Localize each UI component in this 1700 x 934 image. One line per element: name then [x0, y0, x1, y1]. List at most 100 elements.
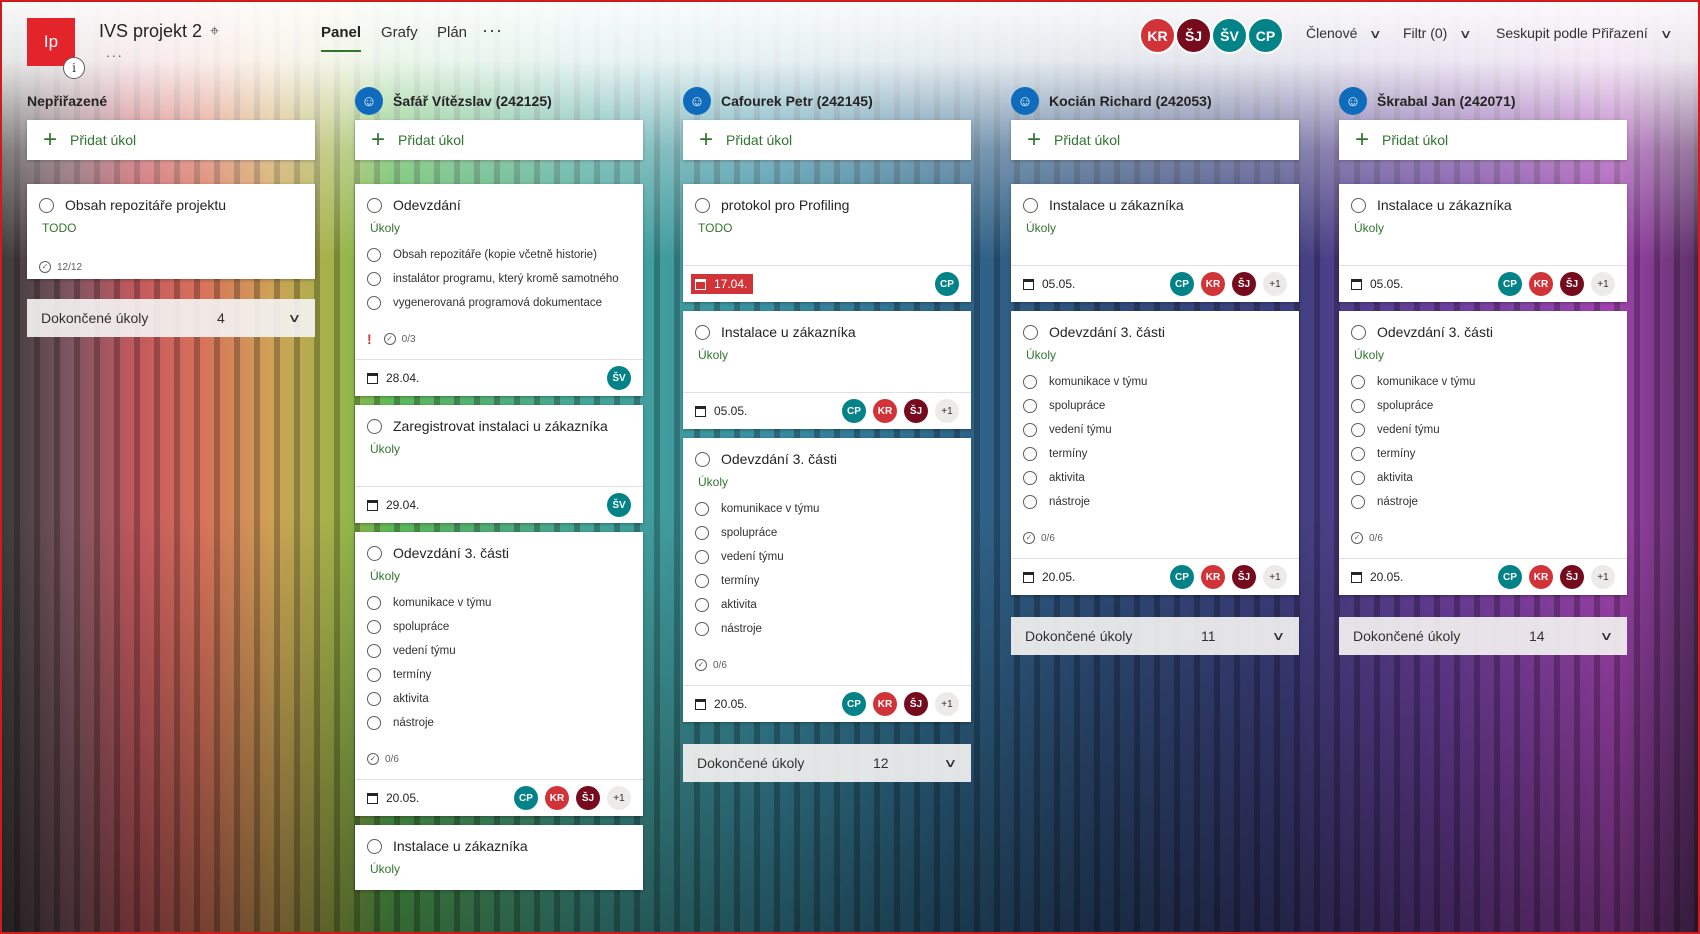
complete-task-checkbox[interactable]: [1023, 197, 1038, 213]
assignee-avatar[interactable]: KR: [1529, 272, 1553, 296]
bucket-title[interactable]: Škrabal Jan (242071): [1377, 93, 1516, 109]
task-card[interactable]: Obsah repozitáře projektu TODO ✓ 12/12: [27, 184, 315, 279]
checklist-item-checkbox[interactable]: [695, 598, 709, 612]
more-tabs-icon[interactable]: ···: [482, 20, 503, 41]
assignee-avatar[interactable]: ŠJ: [1560, 565, 1584, 589]
assignee-avatar[interactable]: ŠJ: [904, 692, 928, 716]
assignee-avatar[interactable]: KR: [1529, 565, 1553, 589]
checklist-item-checkbox[interactable]: [695, 502, 709, 516]
task-card[interactable]: Instalace u zákazníka Úkoly 05.05. CP KR ŠJ +1: [683, 311, 971, 429]
task-card[interactable]: Odevzdání 3. části Úkoly komunikace v týmu…: [1011, 311, 1299, 595]
checklist-item-checkbox[interactable]: [695, 550, 709, 564]
assignee-avatar[interactable]: KR: [873, 399, 897, 423]
complete-task-checkbox[interactable]: [1023, 324, 1038, 340]
checklist-item-checkbox[interactable]: [1023, 375, 1037, 389]
filter-button[interactable]: Filtr (0) ∨: [1403, 25, 1472, 41]
due-date[interactable]: 17.04.: [691, 274, 754, 294]
complete-task-checkbox[interactable]: [367, 197, 382, 213]
assignee-avatar[interactable]: ŠV: [607, 493, 631, 517]
complete-task-checkbox[interactable]: [1351, 197, 1366, 213]
checklist-item-checkbox[interactable]: [1023, 447, 1037, 461]
more-assignees-badge[interactable]: +1: [1591, 565, 1615, 589]
assignee-avatar[interactable]: ŠJ: [1560, 272, 1584, 296]
assignee-avatar[interactable]: KR: [1201, 272, 1225, 296]
checklist-item-checkbox[interactable]: [367, 668, 381, 682]
assignee-avatar[interactable]: CP: [935, 272, 959, 296]
complete-task-checkbox[interactable]: [367, 418, 382, 434]
assignee-avatar[interactable]: CP: [1498, 272, 1522, 296]
members-button[interactable]: Členové ∨: [1306, 25, 1382, 41]
assignee-avatar[interactable]: KR: [545, 786, 569, 810]
tab-plan[interactable]: Plán: [437, 24, 467, 52]
bucket-title[interactable]: Cafourek Petr (242145): [721, 93, 873, 109]
task-card[interactable]: Instalace u zákazníka Úkoly: [355, 825, 643, 890]
add-task-button[interactable]: + Přidat úkol: [1011, 120, 1299, 160]
checklist-item-checkbox[interactable]: [367, 620, 381, 634]
assignee-avatar[interactable]: ŠJ: [576, 786, 600, 810]
due-date[interactable]: 05.05.: [1351, 277, 1403, 291]
assignee-avatar[interactable]: ŠJ: [904, 399, 928, 423]
complete-task-checkbox[interactable]: [695, 197, 710, 213]
bucket-title[interactable]: Šafář Vítězslav (242125): [393, 93, 552, 109]
checklist-item-checkbox[interactable]: [1023, 399, 1037, 413]
due-date[interactable]: 05.05.: [695, 404, 747, 418]
assignee-avatar[interactable]: KR: [1201, 565, 1225, 589]
task-card[interactable]: Odevzdání 3. části Úkoly komunikace v týmu…: [1339, 311, 1627, 595]
task-card[interactable]: Odevzdání 3. části Úkoly komunikace v týmu…: [355, 532, 643, 816]
task-title[interactable]: Instalace u zákazníka: [1049, 197, 1184, 213]
task-title[interactable]: protokol pro Profiling: [721, 197, 849, 213]
assignee-avatar[interactable]: CP: [1170, 565, 1194, 589]
due-date[interactable]: 20.05.: [1023, 570, 1075, 584]
task-title[interactable]: Zaregistrovat instalaci u zákazníka: [393, 418, 608, 434]
bucket-title[interactable]: Nepřiřazené: [27, 93, 107, 109]
due-date[interactable]: 05.05.: [1023, 277, 1075, 291]
complete-task-checkbox[interactable]: [367, 838, 382, 854]
bucket-title[interactable]: Kocián Richard (242053): [1049, 93, 1212, 109]
task-card[interactable]: Odevzdání Úkoly Obsah repozitáře (kopie vč…: [355, 184, 643, 396]
checklist-item-checkbox[interactable]: [367, 596, 381, 610]
complete-task-checkbox[interactable]: [39, 197, 54, 213]
assignee-avatar[interactable]: CP: [1170, 272, 1194, 296]
checklist-item-checkbox[interactable]: [367, 296, 381, 310]
due-date[interactable]: 29.04.: [367, 498, 419, 512]
more-assignees-badge[interactable]: +1: [607, 786, 631, 810]
more-assignees-badge[interactable]: +1: [935, 692, 959, 716]
add-task-button[interactable]: + Přidat úkol: [1339, 120, 1627, 160]
complete-task-checkbox[interactable]: [695, 451, 710, 467]
tab-panel[interactable]: Panel: [321, 24, 362, 52]
add-task-button[interactable]: + Přidat úkol: [355, 120, 643, 160]
checklist-item-checkbox[interactable]: [367, 716, 381, 730]
task-card[interactable]: protokol pro Profiling TODO 17.04. CP: [683, 184, 971, 302]
checklist-item-checkbox[interactable]: [1351, 495, 1365, 509]
member-avatar[interactable]: KR: [1139, 17, 1176, 54]
checklist-item-checkbox[interactable]: [1351, 447, 1365, 461]
assignee-avatar[interactable]: ŠJ: [1232, 272, 1256, 296]
member-avatar[interactable]: ŠV: [1211, 17, 1248, 54]
member-avatar[interactable]: CP: [1247, 17, 1284, 54]
complete-task-checkbox[interactable]: [1351, 324, 1366, 340]
due-date[interactable]: 20.05.: [367, 791, 419, 805]
due-date[interactable]: 20.05.: [1351, 570, 1403, 584]
more-assignees-badge[interactable]: +1: [1591, 272, 1615, 296]
pin-icon[interactable]: ⌖: [210, 23, 219, 41]
assignee-avatar[interactable]: KR: [873, 692, 897, 716]
complete-task-checkbox[interactable]: [695, 324, 710, 340]
task-title[interactable]: Instalace u zákazníka: [1377, 197, 1512, 213]
add-task-button[interactable]: + Přidat úkol: [683, 120, 971, 160]
assignee-avatar[interactable]: CP: [514, 786, 538, 810]
completed-tasks-toggle[interactable]: Dokončené úkoly 11 ∨: [1011, 617, 1299, 655]
more-assignees-badge[interactable]: +1: [1263, 272, 1287, 296]
assignee-avatar[interactable]: CP: [842, 692, 866, 716]
task-title[interactable]: Odevzdání 3. části: [1377, 324, 1493, 340]
due-date[interactable]: 28.04.: [367, 371, 419, 385]
add-task-button[interactable]: + Přidat úkol: [27, 120, 315, 160]
due-date[interactable]: 20.05.: [695, 697, 747, 711]
task-title[interactable]: Instalace u zákazníka: [721, 324, 856, 340]
task-title[interactable]: Odevzdání: [393, 197, 461, 213]
tab-grafy[interactable]: Grafy: [381, 24, 418, 52]
checklist-item-checkbox[interactable]: [695, 622, 709, 636]
checklist-item-checkbox[interactable]: [695, 574, 709, 588]
checklist-item-checkbox[interactable]: [367, 644, 381, 658]
completed-tasks-toggle[interactable]: Dokončené úkoly 4 ∨: [27, 299, 315, 337]
assignee-avatar[interactable]: CP: [1498, 565, 1522, 589]
